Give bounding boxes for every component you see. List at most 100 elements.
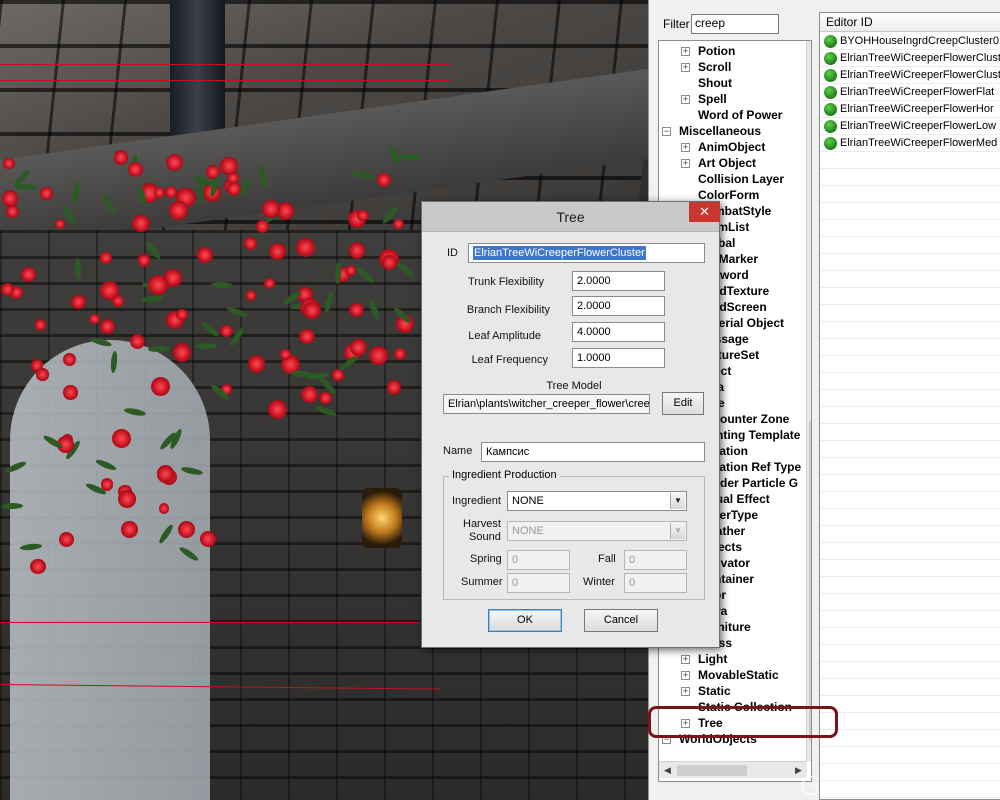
tree-node-label: Spell <box>698 92 727 106</box>
trunk-flexibility-input[interactable]: 2.0000 <box>572 271 665 291</box>
blossom <box>199 530 217 548</box>
harvest-sound-value: NONE <box>512 525 544 537</box>
blossom <box>393 218 405 230</box>
blossom <box>300 385 318 403</box>
tree-icon <box>824 52 837 65</box>
ok-button[interactable]: OK <box>488 609 562 632</box>
id-label: ID <box>447 247 458 259</box>
leaf-amplitude-input[interactable]: 4.0000 <box>572 322 665 342</box>
empty-row <box>820 169 1000 186</box>
list-item[interactable]: ElrianTreeWiCreeperFlowerMed <box>820 135 1000 152</box>
blossom <box>148 275 168 295</box>
list-item[interactable]: ElrianTreeWiCreeperFlowerCluster <box>820 50 1000 67</box>
blossom <box>176 308 188 321</box>
blossom <box>348 302 364 318</box>
filter-input[interactable]: creep <box>691 14 779 34</box>
blossom <box>164 186 177 199</box>
list-item[interactable]: ElrianTreeWiCreeperFlowerFlat <box>820 84 1000 101</box>
vertical-scrollbar[interactable]: ▲ ▼ <box>806 41 811 761</box>
blossom <box>368 346 389 366</box>
tree-node-label: Miscellaneous <box>679 124 762 138</box>
tree-node-label: MovableStatic <box>698 668 779 682</box>
list-item-label: BYOHHouseIngrdCreepCluster01 <box>840 35 1000 47</box>
collapse-icon[interactable]: − <box>662 127 671 136</box>
ingredient-select[interactable]: NONE ▼ <box>507 491 687 511</box>
close-icon[interactable]: ✕ <box>689 202 720 222</box>
list-item[interactable]: BYOHHouseIngrdCreepCluster01 <box>820 33 1000 50</box>
scroll-thumb[interactable] <box>809 421 811 741</box>
leaf <box>210 281 234 289</box>
expand-icon[interactable]: + <box>681 47 690 56</box>
list-item[interactable]: ElrianTreeWiCreeperFlowerCluster <box>820 67 1000 84</box>
blossom <box>268 242 287 261</box>
tree-model-path[interactable]: Elrian\plants\witcher_creeper_flower\cre… <box>443 394 650 414</box>
blossom <box>100 251 112 264</box>
empty-row <box>820 305 1000 322</box>
expand-icon[interactable]: + <box>681 159 690 168</box>
tree-node-label: AnimObject <box>698 140 766 154</box>
dialog-titlebar[interactable]: Tree ✕ <box>422 202 720 232</box>
id-input[interactable]: ElrianTreeWiCreeperFlowerCluster <box>468 243 705 263</box>
tree-dialog: Tree ✕ ID ElrianTreeWiCreeperFlowerClust… <box>421 201 720 648</box>
summer-label: Summer <box>461 576 503 588</box>
leaf <box>94 458 117 473</box>
leaf <box>323 290 336 314</box>
expand-icon[interactable]: + <box>681 63 690 72</box>
tree-icon <box>824 137 837 150</box>
blossom <box>220 324 233 338</box>
list-item-label: ElrianTreeWiCreeperFlowerCluster <box>840 69 1000 81</box>
watermark: GAMER-MODS <box>800 772 993 800</box>
scroll-up-icon[interactable]: ▲ <box>807 41 811 58</box>
editor-id-list[interactable]: Editor ID BYOHHouseIngrdCreepCluster01 El… <box>819 12 1000 800</box>
empty-row <box>820 186 1000 203</box>
scroll-left-icon[interactable]: ◀ <box>659 762 676 779</box>
list-item[interactable]: ElrianTreeWiCreeperFlowerLow <box>820 118 1000 135</box>
expand-icon[interactable]: + <box>681 95 690 104</box>
name-input[interactable]: Кампсис <box>481 442 705 462</box>
blossom <box>71 294 86 309</box>
tree-node-label: Light <box>698 652 728 666</box>
chevron-down-icon[interactable]: ▼ <box>670 493 685 509</box>
tree-icon <box>824 120 837 133</box>
edit-model-button[interactable]: Edit <box>662 392 704 415</box>
expand-icon[interactable]: + <box>681 143 690 152</box>
chevron-down-icon: ▼ <box>670 523 685 539</box>
group-title: Ingredient Production <box>449 469 560 481</box>
scroll-thumb[interactable] <box>677 765 747 776</box>
empty-row <box>820 679 1000 696</box>
harvest-sound-select: NONE ▼ <box>507 521 687 541</box>
empty-row <box>820 696 1000 713</box>
blossom <box>303 301 322 320</box>
expand-icon[interactable]: + <box>681 655 690 664</box>
leaf <box>352 169 375 180</box>
leaf-frequency-input[interactable]: 1.0000 <box>572 348 665 368</box>
dialog-title: Tree <box>556 209 585 225</box>
tree-icon <box>824 86 837 99</box>
list-item[interactable]: ElrianTreeWiCreeperFlowerHor <box>820 101 1000 118</box>
leaf <box>69 181 82 205</box>
blossom <box>3 157 15 170</box>
blossom <box>89 313 100 325</box>
filter-label: Filter <box>663 17 690 31</box>
empty-row <box>820 543 1000 560</box>
expand-icon[interactable]: + <box>681 671 690 680</box>
tree-node-label: Shout <box>698 76 732 90</box>
branch-flexibility-input[interactable]: 2.0000 <box>572 296 665 316</box>
empty-row <box>820 271 1000 288</box>
blossom <box>153 186 166 198</box>
tree-node-label: Art Object <box>698 156 757 170</box>
expand-icon[interactable]: + <box>681 687 690 696</box>
empty-row <box>820 526 1000 543</box>
blossom <box>39 187 53 201</box>
scroll-down-icon[interactable]: ▼ <box>807 744 811 761</box>
spring-input: 0 <box>507 550 570 570</box>
cancel-button[interactable]: Cancel <box>584 609 658 632</box>
blossom <box>345 264 357 276</box>
blossom <box>132 214 150 233</box>
list-item-label: ElrianTreeWiCreeperFlowerMed <box>840 137 998 149</box>
blossom <box>127 162 143 178</box>
empty-row <box>820 475 1000 492</box>
leaf <box>180 465 204 477</box>
column-header-editor-id[interactable]: Editor ID <box>820 13 1000 32</box>
horizontal-scrollbar[interactable]: ◀ ▶ <box>659 761 807 778</box>
